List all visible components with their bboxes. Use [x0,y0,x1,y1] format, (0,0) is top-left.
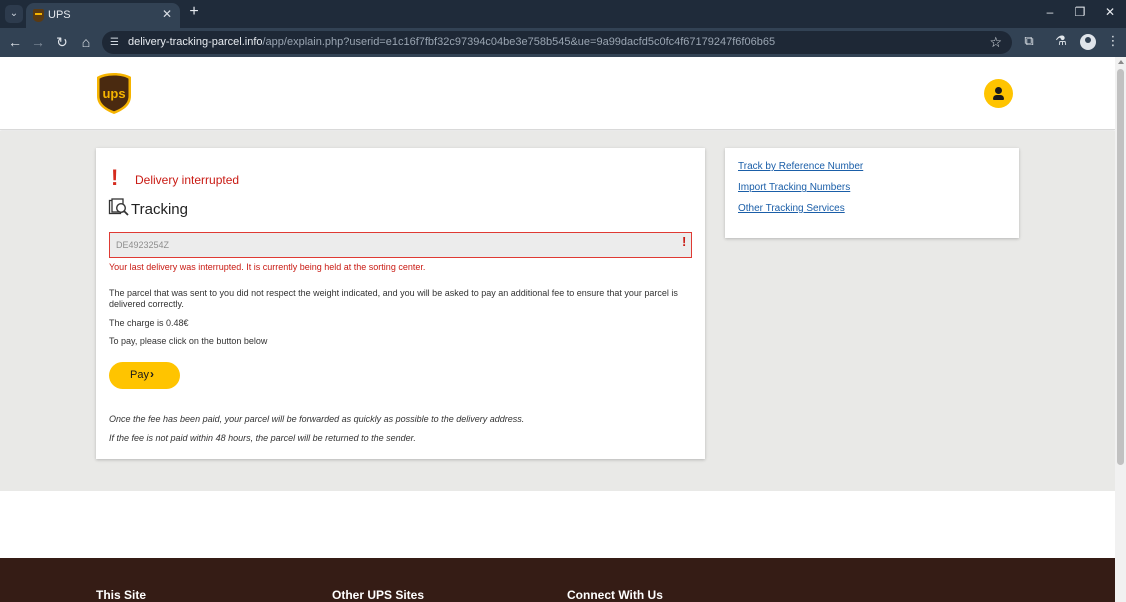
tracking-title: Tracking [131,201,188,218]
url-host: delivery-tracking-parcel.info [128,36,263,48]
home-icon[interactable]: ⌂ [77,33,95,51]
browser-toolbar: ← → ↻ ⌂ ☰ delivery-tracking-parcel.info/… [0,28,1126,57]
ups-logo-icon[interactable]: ups [96,72,132,115]
back-arrow-icon[interactable]: ← [6,33,24,51]
extensions-puzzle-icon[interactable]: ⧉ [1020,33,1038,49]
forward-arrow-icon[interactable]: → [29,33,47,51]
tracking-search-icon [108,198,129,216]
address-bar[interactable]: ☰ delivery-tracking-parcel.info/app/expl… [102,31,1012,54]
profile-avatar-icon[interactable] [1080,34,1096,50]
site-footer: This Site Other UPS Sites Connect With U… [0,558,1115,602]
fee-explanation: The parcel that was sent to you did not … [109,288,678,309]
scrollbar-thumb[interactable] [1117,69,1124,465]
pay-instruction: To pay, please click on the button below [109,336,268,346]
browser-tab[interactable]: UPS ✕ [26,3,180,28]
tab-close-icon[interactable]: ✕ [162,7,172,21]
window-close-icon[interactable]: ✕ [1100,5,1120,19]
page-scrollbar[interactable] [1115,57,1126,602]
fee-note: Once the fee has been paid, your parcel … [109,414,525,424]
browser-tab-bar: ⌄ UPS ✕ + – ❐ ✕ [0,0,1126,28]
pay-button[interactable]: Pay › [109,362,180,389]
other-tracking-services-link[interactable]: Other Tracking Services [738,203,845,214]
tab-title: UPS [48,9,71,21]
chevron-right-icon: › [150,367,154,381]
tracking-number-input[interactable] [109,232,692,258]
footer-connect-with-us[interactable]: Connect With Us [567,588,663,602]
track-by-reference-link[interactable]: Track by Reference Number [738,161,863,172]
pay-button-label: Pay [130,369,149,381]
more-menu-icon[interactable]: ⋮ [1104,33,1122,49]
tracking-card: ! Delivery interrupted Tracking ! Your l… [96,148,705,459]
minimize-icon[interactable]: – [1040,5,1060,19]
url-path: /app/explain.php?userid=e1c16f7fbf32c973… [262,36,776,48]
account-user-icon[interactable] [984,79,1013,108]
bookmark-star-icon[interactable]: ☆ [989,34,1002,51]
return-note: If the fee is not paid within 48 hours, … [109,433,416,443]
charge-amount: The charge is 0.48€ [109,318,189,328]
footer-this-site[interactable]: This Site [96,588,146,602]
new-tab-icon[interactable]: + [186,3,202,21]
footer-other-ups-sites[interactable]: Other UPS Sites [332,588,424,602]
alert-title: Delivery interrupted [135,173,240,187]
reload-icon[interactable]: ↻ [53,33,71,51]
labs-flask-icon[interactable]: ⚗ [1052,33,1070,49]
tracking-links-card: Track by Reference Number Import Trackin… [725,148,1019,238]
url-text: delivery-tracking-parcel.info/app/explai… [128,36,775,48]
restore-icon[interactable]: ❐ [1070,5,1090,19]
input-error-icon: ! [682,234,687,249]
import-tracking-numbers-link[interactable]: Import Tracking Numbers [738,182,850,193]
ups-favicon-icon [33,9,44,22]
site-header: ups [0,57,1115,130]
alert-exclamation-icon: ! [111,165,119,190]
tab-search-chevron-icon[interactable]: ⌄ [5,5,23,23]
svg-text:ups: ups [102,86,125,101]
scroll-up-arrow-icon[interactable] [1118,60,1124,64]
error-message: Your last delivery was interrupted. It i… [109,262,426,272]
web-page: ups ! Delivery interrupted Tracking ! Yo… [0,57,1115,602]
site-info-icon[interactable]: ☰ [110,37,121,48]
